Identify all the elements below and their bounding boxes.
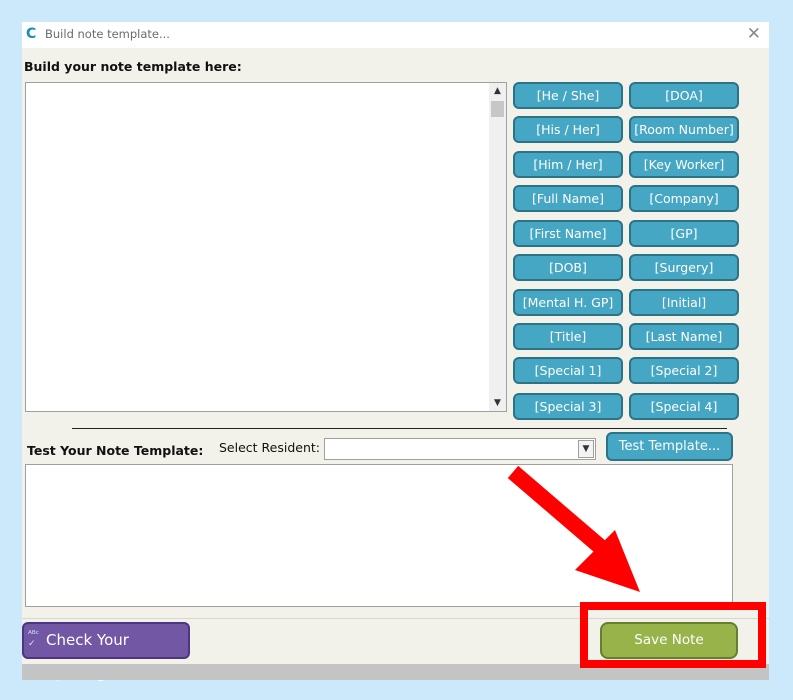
annotation-arrow-overlay (507, 465, 640, 592)
save-button-highlight-box (580, 602, 766, 668)
